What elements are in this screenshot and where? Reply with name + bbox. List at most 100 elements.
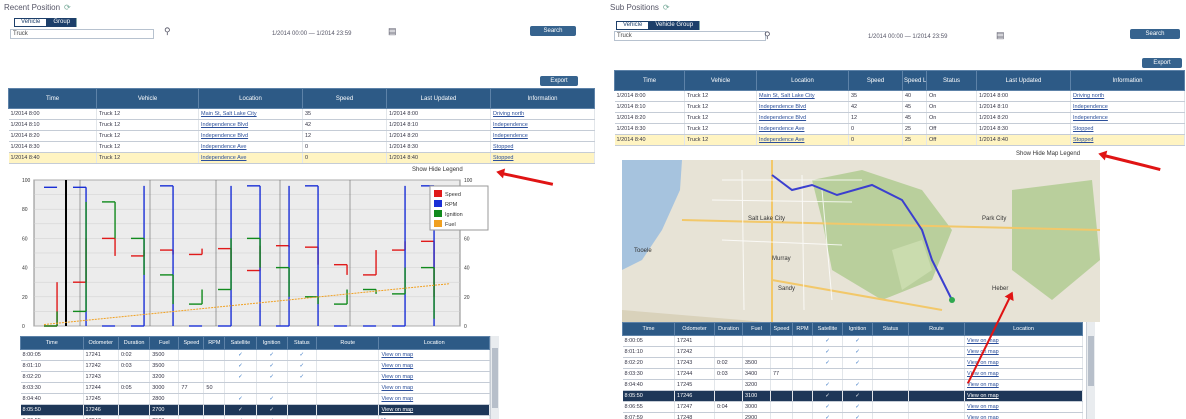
- search-button[interactable]: Search: [530, 26, 576, 36]
- table-row[interactable]: 8:06:5517247 2500 ✓✓ View on map: [20, 415, 490, 419]
- left-panel: Recent Position ⟳ Vehicle Group Truck ⚲ 1…: [0, 0, 597, 419]
- table-row[interactable]: 8:03:30 17244 0:05 3000 77 50 View on map: [20, 382, 490, 394]
- column-header[interactable]: Last Updated: [976, 70, 1071, 91]
- table-cell: Truck 12: [684, 112, 757, 124]
- table-row[interactable]: 1/2014 8:20 Truck 12 Independence Blvd 12 1/…: [8, 130, 595, 142]
- column-header[interactable]: Status: [286, 336, 317, 350]
- refresh-icon[interactable]: ⟳: [64, 3, 71, 12]
- column-header[interactable]: Location: [756, 70, 849, 91]
- table-row[interactable]: 8:01:10 17242 0:03 3500 ✓ ✓ ✓ View on map: [20, 360, 490, 372]
- column-header[interactable]: Time: [614, 70, 685, 91]
- subtable-scrollbar[interactable]: [1086, 322, 1095, 419]
- vehicle-search-input[interactable]: Truck: [10, 29, 154, 39]
- scrollbar-thumb[interactable]: [1088, 336, 1094, 386]
- table-row[interactable]: 1/2014 8:10 Truck 12 Independence Blvd 42 1/…: [8, 119, 595, 131]
- subtable-scrollbar[interactable]: [490, 336, 499, 419]
- positions-subtable: Time Odometer Duration Fuel Speed RPM Satellit…: [622, 322, 1083, 419]
- table-cell: 17245: [674, 379, 715, 391]
- column-header[interactable]: Fuel: [149, 336, 180, 350]
- show-map-legend-link[interactable]: Show Hide Map Legend: [1016, 151, 1080, 157]
- table-row[interactable]: 8:04:40 17245 2800 ✓ ✓ View on map: [20, 393, 490, 405]
- search-button[interactable]: Search: [1130, 29, 1180, 39]
- column-header[interactable]: Ignition: [255, 336, 288, 350]
- column-header[interactable]: Speed: [178, 336, 205, 350]
- refresh-icon[interactable]: ⟳: [663, 3, 670, 12]
- date-range[interactable]: 1/2014 00:00 — 1/2014 23:59: [272, 31, 351, 37]
- table-cell: [714, 412, 743, 419]
- show-legend-link[interactable]: Show Hide Legend: [412, 167, 463, 173]
- column-header[interactable]: Status: [926, 70, 977, 91]
- column-header[interactable]: Speed: [848, 70, 903, 91]
- table-row[interactable]: 1/2014 8:10 Truck 12 Independence Blvd 42 45…: [614, 101, 1185, 113]
- table-row[interactable]: 8:00:05 17241 0:02 3500 ✓ ✓ ✓ View on map: [20, 349, 490, 361]
- column-header[interactable]: Speed: [302, 88, 387, 109]
- table-row[interactable]: 8:00:05 17241 ✓ ✓ View on map: [622, 335, 1083, 347]
- column-header[interactable]: Duration: [714, 322, 743, 336]
- column-header[interactable]: Location: [198, 88, 303, 109]
- calendar-icon[interactable]: ▤: [996, 30, 1005, 41]
- column-header[interactable]: Speed Limit: [902, 70, 927, 91]
- table-cell: 1/2014 8:30: [8, 141, 97, 153]
- column-header[interactable]: Route: [315, 336, 380, 350]
- table-row[interactable]: 8:05:50 17246 2700 ✓ ✓ View on map: [20, 404, 490, 416]
- route-end-marker[interactable]: [949, 297, 955, 303]
- column-header[interactable]: Location: [378, 336, 490, 350]
- column-header[interactable]: Satellite: [224, 336, 257, 350]
- column-header[interactable]: Vehicle: [96, 88, 199, 109]
- table-cell: Independence Ave: [756, 123, 849, 135]
- table-row[interactable]: 8:01:1017242✓✓View on map: [622, 346, 1083, 358]
- column-header[interactable]: Vehicle: [684, 70, 757, 91]
- column-header[interactable]: Ignition: [842, 322, 873, 336]
- table-row[interactable]: 8:04:40 17245 3200 ✓ ✓ View on map: [622, 379, 1083, 391]
- scrollbar-thumb[interactable]: [492, 348, 498, 408]
- tab-vehicle[interactable]: Vehicle: [14, 18, 48, 27]
- table-row[interactable]: 1/2014 8:40 Truck 12 Independence Ave 0 1/20…: [8, 152, 595, 164]
- column-header[interactable]: Status: [872, 322, 909, 336]
- table-cell: Independence Blvd: [756, 101, 849, 113]
- column-header[interactable]: Information: [490, 88, 595, 109]
- column-header[interactable]: Duration: [117, 336, 151, 350]
- table-row[interactable]: 1/2014 8:20 Truck 12 Independence Blvd 12 45…: [614, 112, 1185, 124]
- table-row[interactable]: 1/2014 8:30 Truck 12 Independence Ave 0 1/20…: [8, 141, 595, 153]
- export-button[interactable]: Export: [1142, 58, 1182, 68]
- table-row[interactable]: 1/2014 8:00 Truck 12 Main St, Salt Lake Ci…: [8, 108, 595, 120]
- table-cell: View on map: [378, 371, 490, 383]
- calendar-icon[interactable]: ▤: [388, 26, 397, 37]
- tab-vehicle-group[interactable]: Vehicle Group: [649, 21, 701, 30]
- column-header[interactable]: Fuel: [742, 322, 771, 336]
- table-row[interactable]: 8:02:20 17243 0:02 3500 ✓ ✓ View on map: [622, 357, 1083, 369]
- export-button[interactable]: Export: [540, 76, 578, 86]
- column-header[interactable]: Time: [622, 322, 675, 336]
- table-row[interactable]: 1/2014 8:30 Truck 12 Independence Ave 0 25 Of…: [614, 123, 1185, 135]
- table-row[interactable]: 8:06:55 17247 0:04 3000 ✓ ✓ View on map: [622, 401, 1083, 413]
- column-header[interactable]: RPM: [792, 322, 813, 336]
- date-range[interactable]: 1/2014 00:00 — 1/2014 23:59: [868, 34, 947, 40]
- column-header[interactable]: Odometer: [82, 336, 119, 350]
- table-row[interactable]: 8:02:20 17243 3200 ✓ ✓ ✓ View on map: [20, 371, 490, 383]
- column-header[interactable]: Time: [20, 336, 84, 350]
- table-row[interactable]: 1/2014 8:40 Truck 12 Independence Ave 0 25 Of…: [614, 134, 1185, 146]
- table-row[interactable]: 8:03:30 17244 0:03 3400 77 View on map: [622, 368, 1083, 380]
- tab-group[interactable]: Group: [47, 18, 78, 27]
- column-header[interactable]: Route: [908, 322, 965, 336]
- search-icon[interactable]: ⚲: [764, 30, 771, 41]
- column-header[interactable]: Location: [964, 322, 1083, 336]
- table-cell: View on map: [964, 412, 1083, 419]
- table-row[interactable]: 1/2014 8:00 Truck 12 Main St, Salt Lake Ci…: [614, 90, 1185, 102]
- table-cell: [792, 379, 813, 391]
- table-cell: [118, 371, 151, 383]
- table-cell: 35: [848, 90, 903, 102]
- column-header[interactable]: RPM: [203, 336, 226, 350]
- column-header[interactable]: Satellite: [812, 322, 843, 336]
- tab-vehicle[interactable]: Vehicle: [616, 21, 650, 30]
- column-header[interactable]: Time: [8, 88, 97, 109]
- column-header[interactable]: Odometer: [674, 322, 715, 336]
- table-row[interactable]: 8:05:50 17246 3100 ✓ ✓ View on map: [622, 390, 1083, 402]
- column-header[interactable]: Information: [1070, 70, 1185, 91]
- vehicle-search-input[interactable]: Truck: [614, 31, 766, 41]
- search-icon[interactable]: ⚲: [164, 26, 171, 37]
- column-header[interactable]: Last Updated: [386, 88, 491, 109]
- column-header[interactable]: Speed: [770, 322, 793, 336]
- table-row[interactable]: 8:07:59 17248 2900 ✓ ✓ View on map: [622, 412, 1083, 419]
- route-map[interactable]: Tooele Salt Lake City Murray Sandy Park …: [622, 160, 1100, 322]
